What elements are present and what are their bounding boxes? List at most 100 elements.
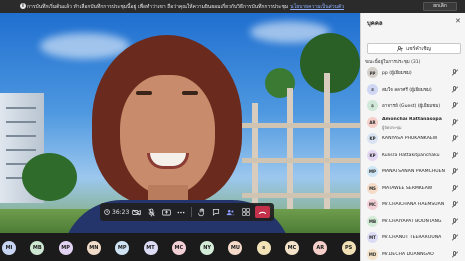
camera-off-icon — [132, 209, 141, 215]
avatar: KP — [367, 133, 378, 144]
mic-off-icon — [451, 151, 459, 160]
participant-row[interactable]: MC Mr.CHAICHANA HAEMSUAN — [361, 197, 465, 214]
participant-row[interactable]: MT Mr.CHANUT TEERAROUNA — [361, 230, 465, 247]
participant-name: Amonchai Rattanasopa — [382, 116, 442, 122]
clock-icon — [104, 209, 110, 215]
panel-title: บุคคล — [367, 20, 383, 27]
participant-avatar-chip[interactable]: MI — [2, 241, 16, 255]
share-screen-icon — [162, 209, 171, 215]
recording-notice-banner: i การบันทึกเริ่มต้นแล้ว ทำเลือกบันทึกการ… — [0, 0, 465, 13]
participant-avatar-chip[interactable]: MP — [58, 241, 73, 255]
avatar: อ — [367, 100, 378, 111]
more-icon — [177, 211, 185, 213]
share-button[interactable] — [159, 205, 174, 219]
meeting-timer: 36:23 — [104, 205, 129, 219]
participant-name: Mr.CHAICHANA HAEMSUAN — [382, 202, 445, 207]
apps-button[interactable] — [238, 205, 253, 219]
hand-icon — [197, 207, 204, 216]
privacy-policy-link[interactable]: นโยบายความเป็นส่วนตัว — [290, 3, 344, 11]
participant-name: Mr.CHAIYAPAT BOONTANG — [382, 218, 442, 224]
mic-off-icon — [451, 102, 459, 110]
participant-avatar-chip[interactable]: MN — [86, 241, 101, 255]
participant-avatar-chip[interactable]: MT — [143, 241, 158, 255]
participant-row[interactable]: ส สมใจ ลลาศรี (ผู้เยี่ยมชม) — [361, 82, 465, 99]
chat-button[interactable] — [209, 205, 224, 219]
participant-name: Mr.CHANUT TEERAROUNA — [382, 235, 442, 240]
info-icon: i — [20, 3, 26, 9]
in-meeting-section-label[interactable]: ขณะนี้อยู่ในการประชุม (31) — [365, 58, 420, 65]
mic-off-icon — [451, 168, 459, 176]
participant-row[interactable]: KP KANYASA PHUKANKAEW — [361, 131, 465, 148]
avatar: MB — [367, 215, 378, 227]
participant-row[interactable]: pp pp (ผู้เยี่ยมชม) — [361, 65, 465, 82]
participant-row[interactable]: MS MATAWEE SERMKEAW — [361, 181, 465, 198]
participant-name: pp (ผู้เยี่ยมชม) — [382, 71, 412, 76]
avatar: AR — [367, 116, 378, 128]
participant-list: pp pp (ผู้เยี่ยมชม) ส สมใจ ลลาศรี (ผู้เยี่ย… — [361, 65, 465, 261]
mic-off-icon — [451, 118, 459, 127]
avatar: MS — [367, 182, 378, 194]
participant-avatar-chip[interactable]: AR — [313, 241, 328, 255]
avatar: ส — [367, 83, 378, 95]
participant-name: MATAWEE SERMKEAW — [382, 185, 433, 191]
mic-off-icon — [451, 85, 459, 94]
mic-off-icon — [451, 217, 459, 226]
mic-off-icon — [451, 184, 459, 193]
dismiss-button[interactable]: ยกเลิก — [423, 2, 457, 11]
participant-row[interactable]: MB Mr.CHAIYAPAT BOONTANG — [361, 214, 465, 231]
mic-off-icon — [451, 135, 459, 143]
participant-avatar-chip[interactable]: MC — [285, 241, 299, 255]
participant-avatar-chip[interactable]: NY — [200, 241, 215, 255]
avatar: MC — [367, 199, 378, 210]
meeting-toolbar: 36:23 — [100, 203, 274, 221]
participant-row[interactable]: MP MANATSANAN PRAMCHUEN — [361, 164, 465, 181]
avatar: pp — [367, 67, 378, 78]
avatar: MP — [367, 166, 378, 177]
add-person-icon — [397, 45, 403, 51]
banner-message: การบันทึกเริ่มต้นแล้ว ทำเลือกบันทึกการปร… — [27, 3, 289, 10]
avatar: KP — [367, 149, 378, 161]
participant-avatar-chip[interactable]: MC — [171, 241, 186, 255]
people-icon — [227, 209, 236, 215]
hang-up-icon — [258, 211, 267, 214]
participant-strip: MI MB MP MN MP MT MC NY MU s MC AR PS — [0, 233, 360, 261]
invite-label: แชร์คำเชิญ — [406, 45, 431, 52]
close-icon[interactable]: ✕ — [455, 17, 461, 25]
chat-icon — [212, 208, 220, 216]
participant-name: Kulisra Hattakitpanchaku — [382, 152, 440, 158]
participant-name: สมใจ ลลาศรี (ผู้เยี่ยมชม) — [382, 87, 432, 93]
people-panel: บุคคล ✕ แชร์คำเชิญ ขณะนี้อยู่ในการประชุม… — [360, 13, 465, 261]
participant-name: KANYASA PHUKANKAEW — [382, 136, 438, 141]
participant-name: Mr.DECHA DUANNGAO — [382, 251, 434, 257]
participant-row[interactable]: อ อาจารย์ (Guest) (ผู้เยี่ยมชม) — [361, 98, 465, 115]
raise-hand-button[interactable] — [194, 205, 209, 219]
avatar: MT — [367, 232, 378, 243]
timer-text: 36:23 — [112, 208, 130, 216]
leave-button[interactable] — [255, 206, 271, 218]
participant-avatar-chip[interactable]: MU — [228, 241, 243, 255]
mic-off-icon — [451, 201, 459, 209]
people-button[interactable] — [223, 205, 238, 219]
share-invite-button[interactable]: แชร์คำเชิญ — [367, 43, 461, 54]
apps-icon — [242, 208, 250, 216]
camera-button[interactable] — [129, 205, 144, 219]
participant-avatar-chip[interactable]: MP — [115, 241, 130, 255]
mic-button[interactable] — [144, 205, 159, 219]
participant-name: อาจารย์ (Guest) (ผู้เยี่ยมชม) — [382, 104, 441, 109]
participant-row[interactable]: MD Mr.DECHA DUANNGAO — [361, 247, 465, 261]
participant-row[interactable]: KP Kulisra Hattakitpanchaku — [361, 148, 465, 165]
toolbar-divider — [190, 207, 192, 217]
meeting-window: i การบันทึกเริ่มต้นแล้ว ทำเลือกบันทึกการ… — [0, 0, 465, 261]
mic-off-icon — [451, 234, 459, 242]
main-video — [0, 13, 360, 233]
panel-header: บุคคล ✕ — [361, 13, 465, 29]
more-button[interactable] — [174, 205, 189, 219]
mic-off-icon — [148, 208, 155, 216]
participant-row[interactable]: AR Amonchai Rattanasopa ผู้จัดประชุม — [361, 115, 465, 132]
avatar: MD — [367, 248, 378, 260]
participant-avatar-chip[interactable]: MB — [30, 241, 45, 255]
participant-role: ผู้จัดประชุม — [382, 124, 402, 130]
participant-avatar-chip[interactable]: s — [256, 241, 271, 255]
mic-off-icon — [451, 69, 459, 77]
participant-avatar-chip[interactable]: PS — [341, 241, 356, 255]
